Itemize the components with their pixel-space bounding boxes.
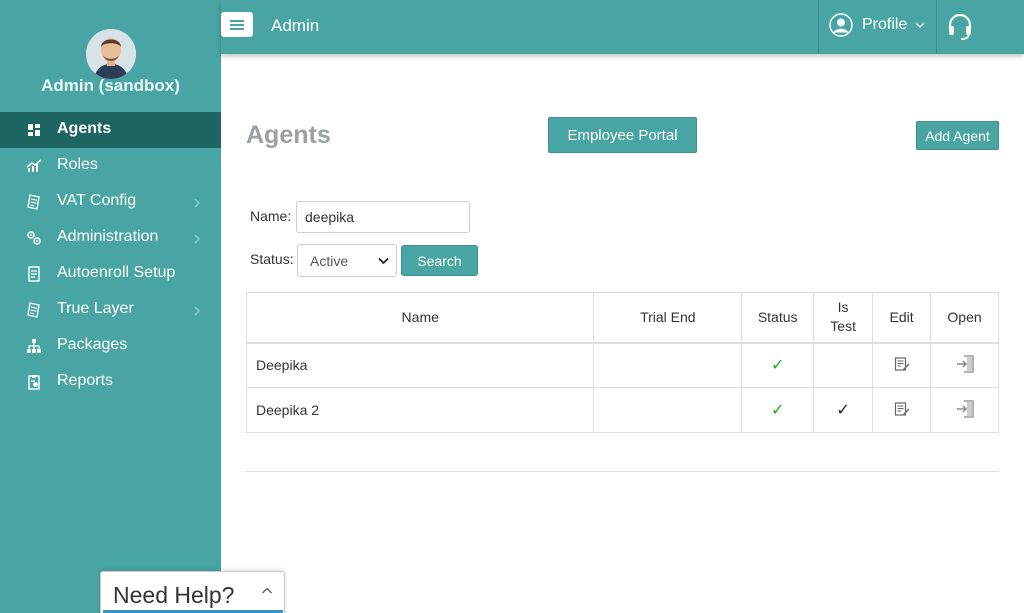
trial-end-cell (593, 387, 743, 433)
sidebar-item-label: Administration (57, 228, 159, 245)
divider (818, 0, 819, 54)
status-cell: ✓ (741, 387, 815, 433)
sidebar: Admin (sandbox) Agents Roles VAT Config … (0, 0, 221, 613)
column-header[interactable]: Open (930, 292, 999, 344)
chevron-right-icon (194, 306, 200, 316)
status-cell: ✓ (741, 342, 815, 388)
sidebar-item-roles[interactable]: Roles (0, 148, 221, 184)
status-select-value: Active (310, 252, 349, 269)
agents-table: Name Trial End Status Is Test Edit Open … (245, 292, 999, 433)
column-header[interactable]: Status (741, 292, 815, 344)
support-button[interactable] (947, 13, 973, 46)
hamburger-icon (230, 19, 244, 30)
sidebar-item-label: Roles (57, 156, 98, 173)
chevron-down-icon (915, 22, 925, 28)
name-filter-label: Name: (250, 208, 292, 224)
agent-name-cell: Deepika (245, 342, 595, 388)
chevron-right-icon (194, 198, 200, 208)
sidebar-item-vat-config[interactable]: VAT Config (0, 184, 221, 220)
user-circle-icon (829, 13, 853, 37)
sidebar-item-autoenroll-setup[interactable]: Autoenroll Setup (0, 256, 221, 292)
check-icon: ✓ (836, 402, 850, 419)
sidebar-item-label: True Layer (57, 300, 134, 317)
column-header[interactable]: Edit (872, 292, 932, 344)
open-cell (930, 342, 999, 388)
menu-toggle-button[interactable] (221, 12, 253, 37)
receipt-icon (27, 302, 40, 318)
sign-in-icon[interactable] (955, 354, 975, 374)
profile-label: Profile (862, 16, 908, 33)
status-filter-select[interactable]: Active (297, 244, 397, 277)
top-bar: Admin Profile (221, 0, 1024, 54)
column-header[interactable]: Trial End (593, 292, 743, 344)
sidebar-item-label: Packages (57, 336, 128, 353)
column-header[interactable]: Name (245, 292, 595, 344)
agent-name-cell: Deepika 2 (245, 387, 595, 433)
search-button[interactable]: Search (401, 245, 478, 276)
divider (936, 0, 937, 54)
name-filter-input[interactable] (296, 201, 470, 233)
dashboard-icon (28, 124, 40, 136)
table-row: Deepika ✓ (245, 342, 999, 388)
column-header[interactable]: Is Test (813, 292, 874, 344)
headset-icon (948, 13, 972, 40)
help-widget-title: Need Help? (113, 582, 235, 608)
gears-icon (27, 231, 41, 245)
sidebar-item-label: VAT Config (57, 192, 137, 209)
chart-icon (26, 159, 42, 172)
check-icon: ✓ (770, 357, 785, 375)
profile-menu[interactable]: Profile (829, 13, 925, 37)
sidebar-item-administration[interactable]: Administration (0, 220, 221, 256)
clipboard-icon (28, 375, 40, 390)
sidebar-item-reports[interactable]: Reports (0, 364, 221, 400)
edit-cell (872, 342, 932, 388)
edit-icon[interactable] (894, 401, 910, 417)
sidebar-nav: Agents Roles VAT Config Administration A… (0, 112, 221, 400)
sidebar-item-label: Reports (57, 372, 114, 389)
status-filter-label: Status: (250, 251, 294, 267)
edit-cell (872, 387, 932, 433)
sidebar-item-label: Agents (57, 120, 112, 137)
chevron-down-icon (378, 257, 389, 265)
sign-in-icon[interactable] (955, 399, 975, 419)
open-cell (930, 387, 999, 433)
employee-portal-button[interactable]: Employee Portal (548, 117, 697, 153)
receipt-icon (27, 194, 40, 210)
page-title: Agents (246, 121, 331, 149)
is-test-cell (813, 342, 874, 388)
avatar[interactable] (86, 29, 136, 79)
divider (246, 471, 999, 472)
sidebar-item-label: Autoenroll Setup (57, 264, 176, 281)
add-agent-button[interactable]: Add Agent (916, 121, 999, 150)
top-bar-title: Admin (271, 16, 320, 35)
sidebar-item-packages[interactable]: Packages (0, 328, 221, 364)
document-icon (28, 266, 40, 282)
sidebar-item-agents[interactable]: Agents (0, 112, 221, 148)
is-test-cell: ✓ (813, 387, 874, 433)
edit-icon[interactable] (894, 356, 910, 372)
chevron-right-icon (194, 234, 200, 244)
user-name: Admin (sandbox) (41, 76, 180, 95)
help-widget[interactable]: Need Help? (100, 571, 285, 613)
hierarchy-icon (27, 339, 41, 353)
check-icon: ✓ (770, 402, 785, 419)
sidebar-item-true-layer[interactable]: True Layer (0, 292, 221, 328)
chevron-up-icon[interactable] (261, 586, 273, 595)
table-row: Deepika 2 ✓ ✓ (245, 387, 999, 433)
trial-end-cell (593, 342, 743, 388)
table-header-row: Name Trial End Status Is Test Edit Open (245, 292, 999, 344)
column-header-label: Is Test (830, 299, 856, 335)
